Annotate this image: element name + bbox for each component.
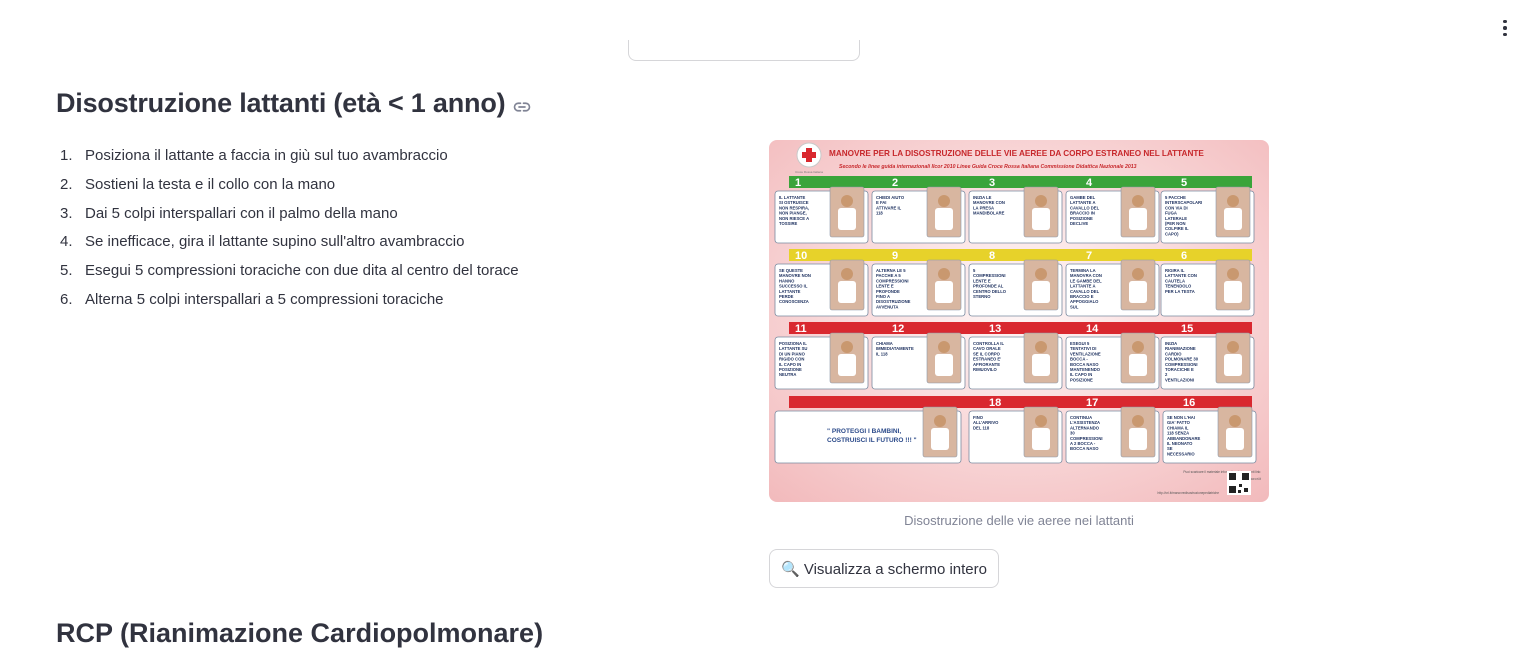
poster-photo-shirt <box>935 208 953 230</box>
poster-step-text: TERMINA LA MANOVRA CON LE GAMBE DEL LATTANT… <box>1070 268 1102 309</box>
poster-photo-shirt <box>1224 208 1242 230</box>
poster-photo-head <box>1035 195 1047 207</box>
list-item-number: 2. <box>60 175 73 193</box>
poster-photo-head <box>1132 195 1144 207</box>
poster-step-card: " PROTEGGI I BAMBINI, COSTRUISCI IL FUTUR… <box>774 406 962 464</box>
poster-photo-shirt <box>838 281 856 303</box>
poster-step-number: 17 <box>1086 397 1098 409</box>
cri-logo: Croce Rossa Italiana <box>795 142 823 174</box>
poster-footer-line: http://cri.it/manovredisostruzionepediat… <box>1158 491 1220 495</box>
poster-photo-shirt <box>935 354 953 376</box>
poster-step-number: 18 <box>989 397 1001 409</box>
poster-photo-head <box>934 415 946 427</box>
list-item: 4. Se inefficace, gira il lattante supino… <box>60 231 519 260</box>
poster-photo-head <box>938 195 950 207</box>
poster-photo-shirt <box>1224 354 1242 376</box>
image-caption: Disostruzione delle vie aeree nei lattan… <box>904 513 1134 528</box>
poster-photo-shirt <box>1129 208 1147 230</box>
poster-photo-shirt <box>1226 428 1244 450</box>
poster-photo-shirt <box>1032 208 1050 230</box>
poster-photo-head <box>1227 268 1239 280</box>
qr-code-icon <box>1227 471 1251 495</box>
poster-step-text: SE QUESTE MANOVRE NON HANNO SUCCESSO IL LATT… <box>779 268 811 304</box>
next-section-title: RCP (Rianimazione Cardiopolmonare) <box>56 618 544 648</box>
poster-photo-head <box>938 341 950 353</box>
poster-photo-shirt <box>1032 281 1050 303</box>
poster-step-number: 9 <box>892 250 898 262</box>
infographic-svg: Croce Rossa Italiana MANOVRE PER LA DISO… <box>769 140 1269 502</box>
list-item: 5. Esegui 5 compressioni toraciche con du… <box>60 260 519 289</box>
section-title: Disostruzione lattanti (età < 1 anno) <box>56 88 531 119</box>
logo-label: Croce Rossa Italiana <box>795 170 823 174</box>
section-title-text: Disostruzione lattanti (età < 1 anno) <box>56 88 506 118</box>
previous-section-box <box>628 40 860 61</box>
poster-photo-shirt <box>1032 354 1050 376</box>
list-item-number: 5. <box>60 262 73 280</box>
link-icon[interactable] <box>513 98 531 116</box>
poster-title: MANOVRE PER LA DISOSTRUZIONE DELLE VIE A… <box>829 149 1204 158</box>
list-item-number: 6. <box>60 290 73 308</box>
poster-photo-shirt <box>838 208 856 230</box>
poster-step-number: 5 <box>1181 177 1187 189</box>
poster-step-number: 14 <box>1086 323 1099 335</box>
poster-step-number: 16 <box>1183 397 1195 409</box>
poster-step-number: 3 <box>989 177 995 189</box>
poster-photo-shirt <box>838 354 856 376</box>
poster-photo-shirt <box>1129 281 1147 303</box>
poster-subtitle: Secondo le linee guida internazionali Il… <box>839 164 1137 170</box>
fullscreen-button[interactable]: 🔍 Visualizza a schermo intero <box>769 549 999 588</box>
poster-photo-shirt <box>1224 281 1242 303</box>
poster-photo-head <box>1132 268 1144 280</box>
poster-step-number: 1 <box>795 177 801 189</box>
poster-photo-head <box>1229 415 1241 427</box>
poster-photo-shirt <box>931 428 949 450</box>
poster-step-number: 7 <box>1086 250 1092 262</box>
list-item-text: Posiziona il lattante a faccia in giù su… <box>85 147 448 164</box>
list-item-text: Se inefficace, gira il lattante supino s… <box>85 233 465 251</box>
fullscreen-button-label: 🔍 Visualizza a schermo intero <box>781 560 987 578</box>
list-item: 2. Sostieni la testa e il collo con la ma… <box>60 174 519 203</box>
poster-photo-head <box>1035 415 1047 427</box>
poster-step-number: 13 <box>989 323 1001 335</box>
poster-photo-shirt <box>1032 428 1050 450</box>
steps-list: 1. Posiziona il lattante a faccia in giù … <box>60 145 519 318</box>
poster-step-number: 10 <box>795 250 807 262</box>
poster-photo-head <box>1227 341 1239 353</box>
list-item-number: 1. <box>60 147 73 164</box>
poster-photo-shirt <box>935 281 953 303</box>
poster-step-number: 2 <box>892 177 898 189</box>
list-item: 1. Posiziona il lattante a faccia in giù … <box>60 145 519 174</box>
list-item-number: 3. <box>60 204 73 222</box>
poster-photo-head <box>1132 415 1144 427</box>
poster-photo-head <box>938 268 950 280</box>
poster-photo-head <box>841 268 853 280</box>
poster-photo-head <box>1132 341 1144 353</box>
list-item-text: Dai 5 colpi interspallari con il palmo d… <box>85 204 398 222</box>
list-item-number: 4. <box>60 233 73 251</box>
poster-step-number: 4 <box>1086 177 1093 189</box>
poster-photo-head <box>1035 341 1047 353</box>
poster-photo-head <box>1035 268 1047 280</box>
poster-photo-shirt <box>1129 354 1147 376</box>
poster-photo-head <box>1227 195 1239 207</box>
main-menu-icon[interactable] <box>1492 16 1518 40</box>
poster-photo-shirt <box>1129 428 1147 450</box>
list-item-text: Sostieni la testa e il collo con la mano <box>85 175 336 193</box>
poster-photo-head <box>841 195 853 207</box>
list-item: 6. Alterna 5 colpi interspallari a 5 comp… <box>60 289 519 318</box>
poster-step-number: 6 <box>1181 250 1187 262</box>
poster-step-number: 11 <box>795 323 807 335</box>
infographic-image[interactable]: Croce Rossa Italiana MANOVRE PER LA DISO… <box>769 140 1269 502</box>
poster-step-number: 12 <box>892 323 904 335</box>
poster-step-number: 8 <box>989 250 995 262</box>
poster-step-number: 15 <box>1181 323 1193 335</box>
list-item: 3. Dai 5 colpi interspallari con il palmo… <box>60 203 519 232</box>
poster-photo-head <box>841 341 853 353</box>
list-item-text: Esegui 5 compressioni toraciche con due … <box>85 262 519 280</box>
list-item-text: Alterna 5 colpi interspallari a 5 compre… <box>85 290 444 308</box>
